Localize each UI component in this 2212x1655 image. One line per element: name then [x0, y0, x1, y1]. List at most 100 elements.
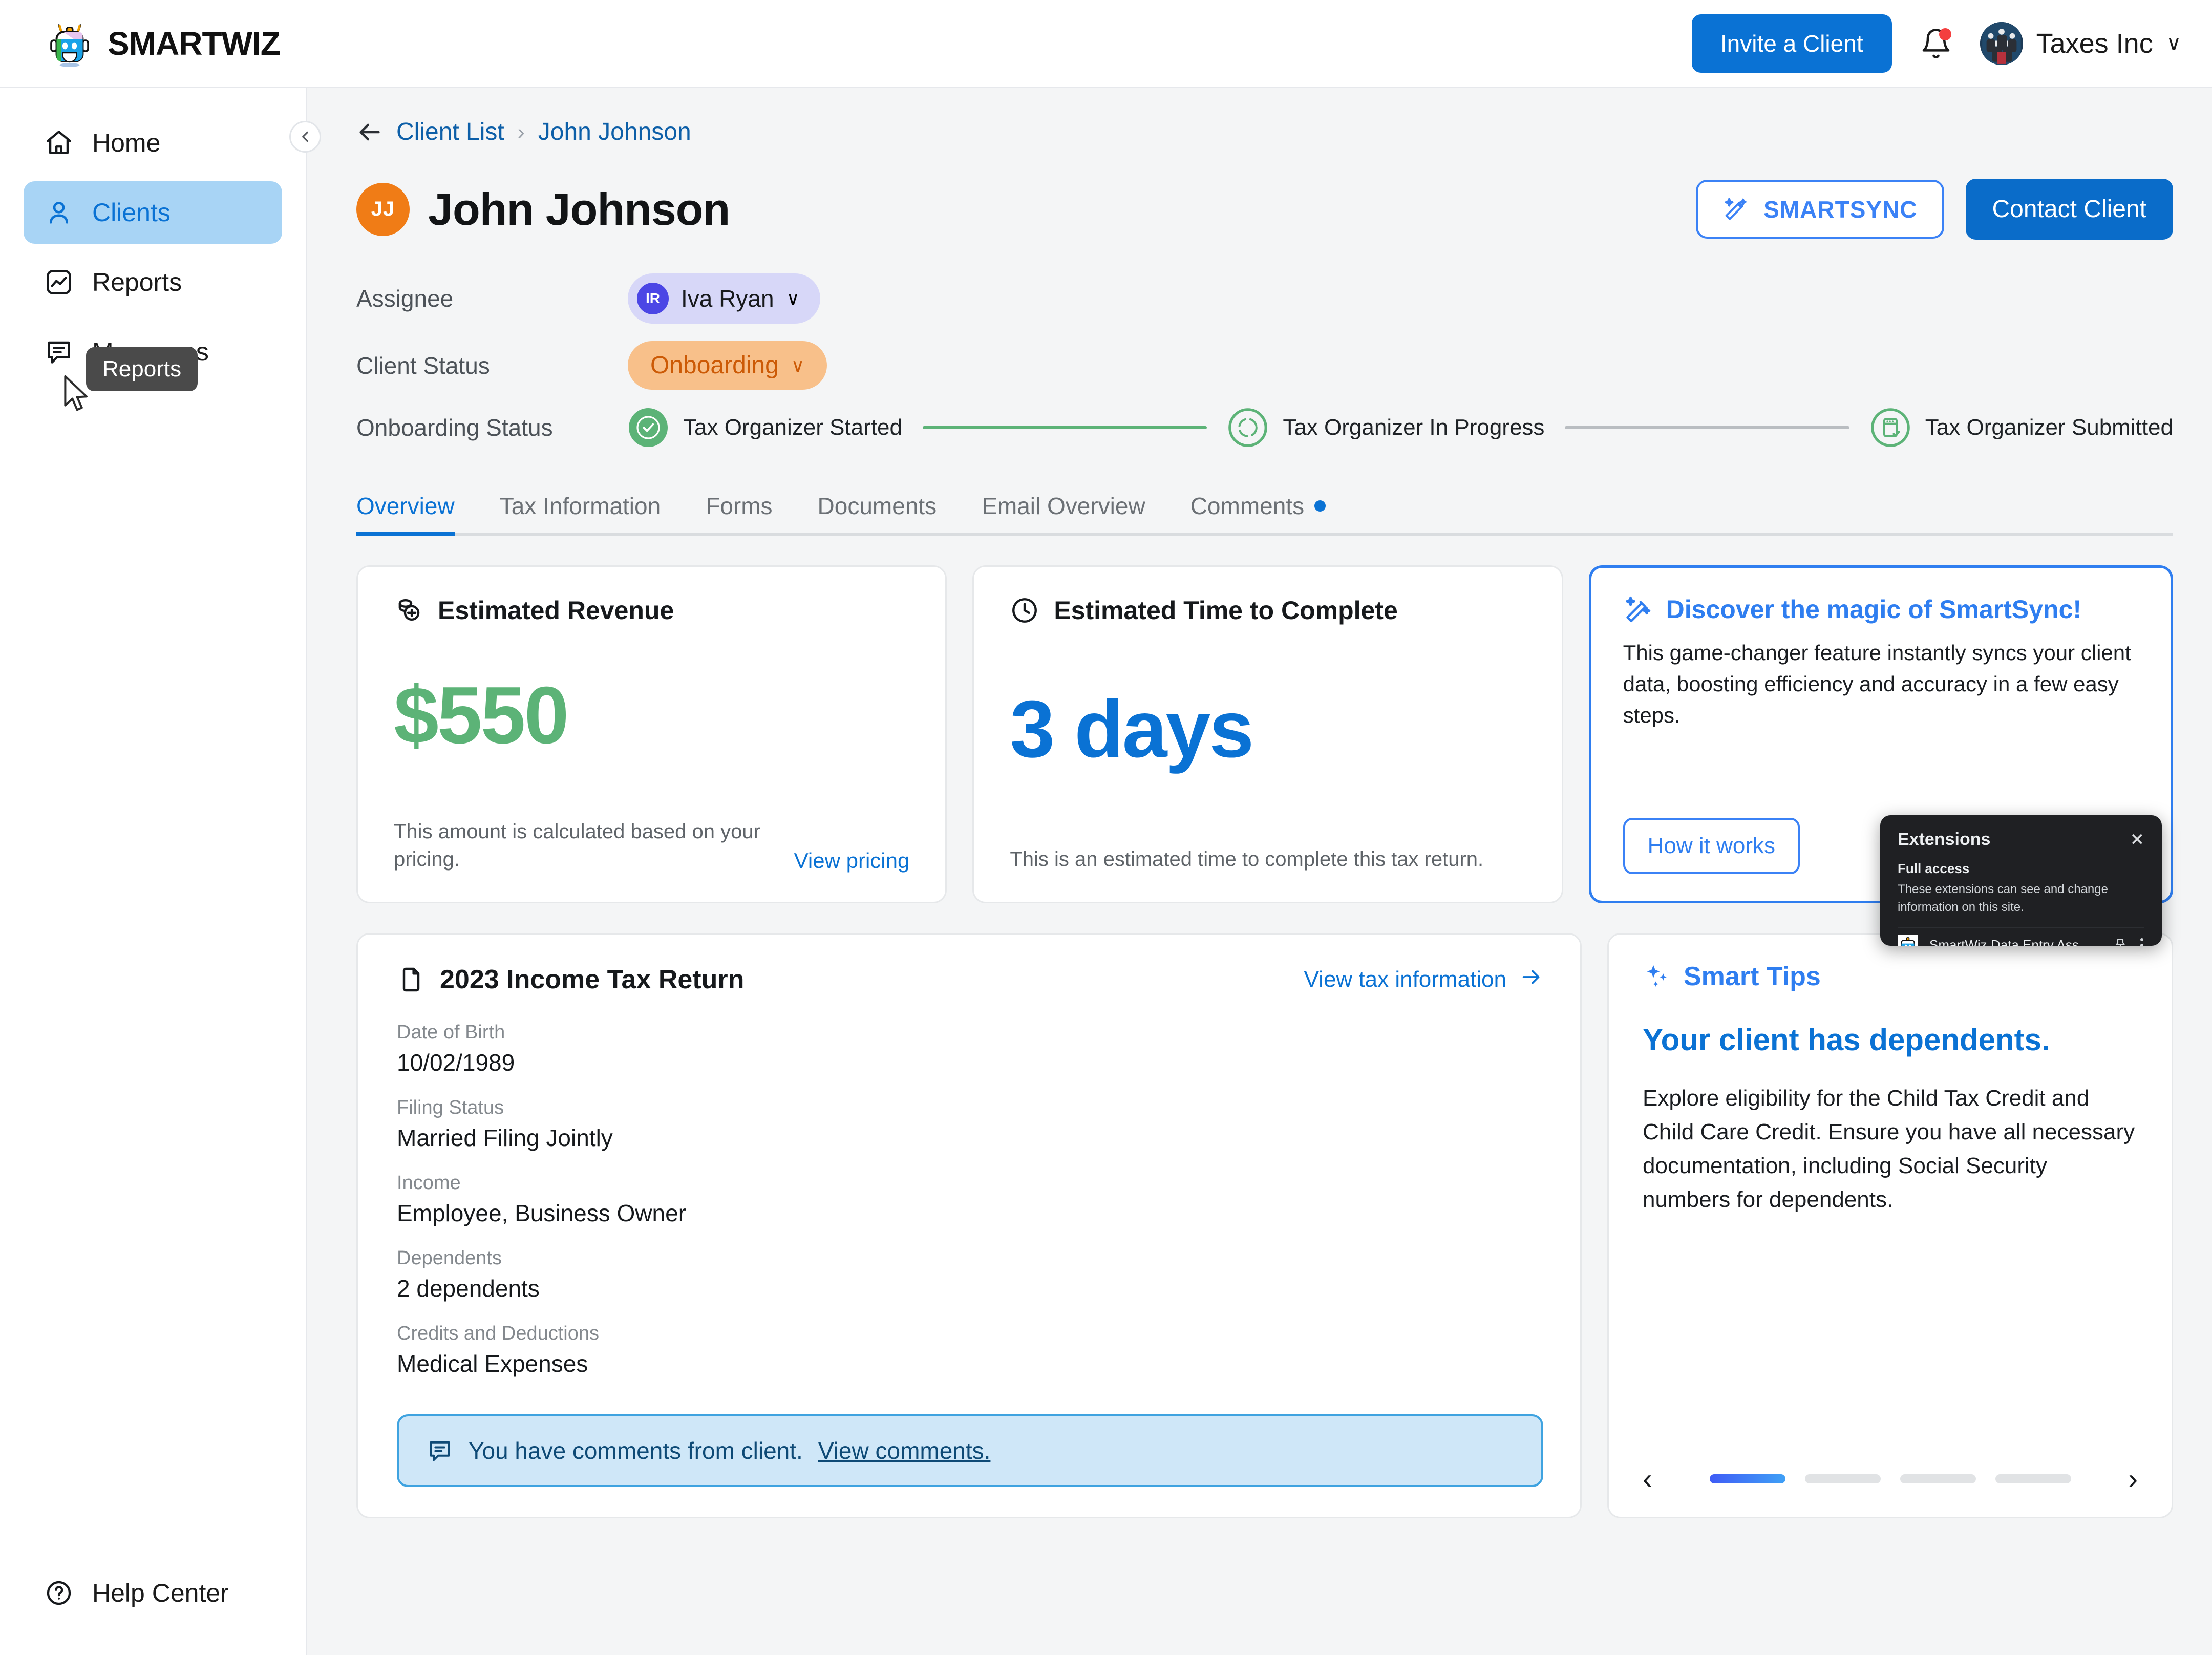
carousel-indicator-1[interactable] — [1709, 1474, 1785, 1483]
clock-icon — [1010, 596, 1039, 625]
card-footer: This is an estimated time to complete th… — [1010, 828, 1525, 873]
sidebar-item-home[interactable]: Home — [24, 112, 282, 174]
carousel-indicator-3[interactable] — [1900, 1474, 1976, 1483]
smartsync-button[interactable]: SMARTSYNC — [1696, 180, 1944, 239]
page-title-row: JJ John Johnson SMARTSYNC Contact Client — [356, 179, 2173, 240]
sidebar-collapse-button[interactable] — [289, 121, 321, 153]
breadcrumb-client-list-link[interactable]: Client List — [396, 118, 504, 146]
close-icon[interactable]: ✕ — [2130, 831, 2145, 848]
tab-email-overview[interactable]: Email Overview — [959, 492, 1168, 533]
invite-client-button[interactable]: Invite a Client — [1691, 14, 1892, 73]
sidebar-item-clients[interactable]: Clients — [24, 181, 282, 244]
view-tax-information-link[interactable]: View tax information — [1304, 965, 1543, 994]
tab-documents[interactable]: Documents — [795, 492, 960, 533]
sidebar-nav: Home Clients Reports — [0, 112, 306, 383]
sidebar: Home Clients Reports Reports Help Center — [0, 88, 321, 1655]
tab-overview[interactable]: Overview — [356, 492, 477, 536]
comment-icon — [427, 1437, 453, 1464]
tab-label: Documents — [817, 493, 937, 519]
field-label: Income — [397, 1172, 461, 1194]
smart-tips-carousel: ‹ › — [1643, 1444, 2138, 1493]
extension-list-item[interactable]: SmartWiz Data Entry Ass… — [1898, 926, 2144, 946]
robot-logo-icon — [45, 19, 94, 68]
revenue-note: This amount is calculated based on your … — [394, 820, 760, 871]
field-value: Medical Expenses — [397, 1350, 588, 1377]
field-label: Filing Status — [397, 1097, 504, 1118]
extensions-popup: Extensions ✕ Full access These extension… — [1880, 815, 2162, 946]
lower-cards-row: 2023 Income Tax Return View tax informat… — [356, 933, 2173, 1518]
step-tax-organizer-submitted: Tax Organizer Submitted — [1870, 407, 2173, 448]
promo-header: Discover the magic of SmartSync! — [1623, 595, 2139, 624]
comments-banner: You have comments from client. View comm… — [397, 1414, 1543, 1487]
client-avatar: JJ — [356, 182, 410, 236]
step-label: Tax Organizer Submitted — [1925, 415, 2173, 440]
how-it-works-button[interactable]: How it works — [1623, 818, 1800, 874]
magic-wand-icon — [1623, 595, 1653, 624]
step-label: Tax Organizer Started — [683, 415, 902, 440]
spinner-circle-icon — [1227, 407, 1268, 448]
assignee-row: Assignee IR Iva Ryan ∨ — [356, 273, 2173, 324]
tab-tax-information[interactable]: Tax Information — [477, 492, 683, 533]
assignee-dropdown[interactable]: IR Iva Ryan ∨ — [628, 273, 820, 324]
extensions-section-title: Full access — [1898, 861, 1970, 876]
magic-wand-icon — [1722, 195, 1749, 223]
smart-tips-card: Smart Tips Your client has dependents. E… — [1607, 933, 2173, 1518]
breadcrumb-separator: › — [517, 119, 525, 144]
comments-banner-text: You have comments from client. — [469, 1437, 803, 1464]
tab-label: Comments — [1190, 493, 1305, 519]
unread-dot-icon — [1314, 500, 1326, 512]
tab-label: Overview — [356, 493, 455, 519]
view-pricing-link[interactable]: View pricing — [794, 848, 910, 873]
brand-name: SMARTWIZ — [108, 25, 281, 62]
carousel-next-button[interactable]: › — [2128, 1465, 2138, 1493]
field-income: Income Employee, Business Owner — [397, 1172, 1543, 1227]
org-switcher[interactable]: Taxes Inc ∨ — [1980, 22, 2181, 65]
view-comments-link[interactable]: View comments. — [818, 1437, 991, 1465]
sidebar-item-clients-label: Clients — [92, 198, 171, 227]
field-label: Dependents — [397, 1247, 502, 1269]
contact-client-button[interactable]: Contact Client — [1965, 179, 2173, 240]
user-icon — [43, 197, 75, 228]
question-circle-icon — [43, 1577, 75, 1609]
brand-name-light: SMART — [108, 25, 222, 62]
brand-name-bold: WIZ — [221, 25, 281, 62]
carousel-prev-button[interactable]: ‹ — [1643, 1465, 1652, 1493]
carousel-indicator-2[interactable] — [1804, 1474, 1881, 1483]
brand-logo[interactable]: SMARTWIZ — [45, 19, 281, 68]
document-check-icon — [1870, 407, 1911, 448]
income-tax-return-card: 2023 Income Tax Return View tax informat… — [356, 933, 1582, 1518]
sparkles-icon — [1643, 962, 1671, 991]
client-status-dropdown[interactable]: Onboarding ∨ — [628, 341, 827, 390]
page-actions: SMARTSYNC Contact Client — [1696, 179, 2173, 240]
assignee-avatar: IR — [637, 283, 669, 314]
file-icon — [397, 965, 426, 994]
tab-forms[interactable]: Forms — [683, 492, 795, 533]
sidebar-item-reports[interactable]: Reports — [24, 251, 282, 313]
field-dependents: Dependents 2 dependents — [397, 1247, 1543, 1302]
extensions-popup-title: Extensions — [1898, 830, 1991, 849]
smart-tips-title: Smart Tips — [1684, 962, 1821, 991]
field-value: Married Filing Jointly — [397, 1124, 613, 1151]
card-title: Estimated Revenue — [438, 596, 674, 625]
sidebar-item-reports-label: Reports — [92, 268, 182, 296]
notifications-bell-icon[interactable] — [1920, 27, 1952, 60]
chart-image-icon — [43, 266, 75, 298]
carousel-indicators — [1652, 1474, 2129, 1483]
onboarding-status-label: Onboarding Status — [356, 414, 553, 441]
arrow-left-icon[interactable] — [356, 119, 383, 145]
carousel-indicator-4[interactable] — [1995, 1474, 2071, 1483]
notification-badge — [1939, 28, 1951, 40]
onboarding-stepper: Tax Organizer Started Tax Organizer In P… — [628, 407, 2173, 448]
org-name-label: Taxes Inc — [2036, 28, 2153, 59]
field-value: 2 dependents — [397, 1275, 540, 1302]
kebab-menu-icon[interactable] — [2139, 938, 2144, 946]
reports-tooltip: Reports — [86, 347, 198, 391]
sidebar-footer: Help Center — [0, 1562, 306, 1624]
tab-comments[interactable]: Comments — [1168, 492, 1348, 533]
client-status-row: Client Status Onboarding ∨ — [356, 341, 2173, 390]
pin-icon[interactable] — [2113, 937, 2128, 946]
sidebar-item-help-center[interactable]: Help Center — [24, 1562, 282, 1624]
home-icon — [43, 127, 75, 159]
client-status-label: Client Status — [356, 352, 490, 379]
help-center-label: Help Center — [92, 1579, 229, 1607]
